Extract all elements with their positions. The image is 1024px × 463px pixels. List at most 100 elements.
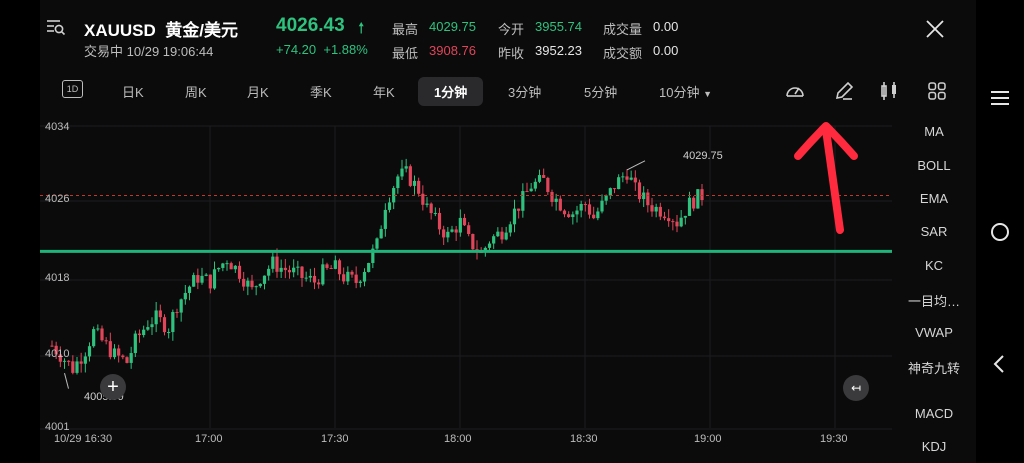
- candle-up: [400, 168, 404, 177]
- tab-10min[interactable]: 10分钟 ▼: [659, 82, 712, 101]
- candle-up: [204, 274, 208, 276]
- tab-month-k[interactable]: 月K: [247, 82, 269, 101]
- candle-up: [92, 329, 96, 347]
- caret-down-icon: ▼: [703, 89, 713, 99]
- candle-down: [587, 204, 592, 215]
- jump-to-latest-icon[interactable]: ↤: [843, 375, 869, 401]
- candle-down: [325, 264, 329, 268]
- candle-up: [267, 268, 271, 276]
- volume-label: 成交量: [603, 22, 643, 37]
- candle-up: [508, 224, 512, 233]
- tab-5min[interactable]: 5分钟: [584, 82, 617, 101]
- candle-up: [112, 348, 117, 358]
- candle-down: [546, 177, 550, 192]
- search-menu-icon[interactable]: [46, 18, 66, 36]
- candle-down: [562, 210, 567, 215]
- candle-down: [517, 208, 521, 211]
- indicator-sar[interactable]: SAR: [892, 224, 976, 239]
- candle-down: [467, 225, 471, 234]
- indicator-kdj[interactable]: KDJ: [892, 439, 976, 454]
- price-chart[interactable]: 4034 4026 4018 4010 4001 10/29 16:30 17:…: [40, 118, 892, 445]
- tab-1min[interactable]: 1分钟: [418, 77, 484, 106]
- candle-down: [229, 263, 233, 270]
- candle-down: [337, 260, 342, 275]
- candle-up: [575, 210, 579, 215]
- indicator-ichimoku[interactable]: 一目均…: [892, 291, 976, 310]
- candle-down: [354, 274, 358, 283]
- candle-up: [258, 283, 262, 287]
- candle-up: [529, 188, 533, 192]
- indicator-ema[interactable]: EMA: [892, 191, 976, 206]
- pencil-icon[interactable]: [833, 80, 855, 102]
- grid-layout-icon[interactable]: [926, 80, 948, 102]
- tab-day-k[interactable]: 日K: [122, 82, 144, 101]
- candle-up: [396, 176, 400, 189]
- tab-week-k[interactable]: 周K: [185, 82, 207, 101]
- candle-down: [79, 361, 83, 364]
- candle-up: [246, 280, 250, 287]
- candle-down: [633, 177, 637, 183]
- candle-down: [650, 205, 654, 212]
- tab-3min[interactable]: 3分钟: [508, 82, 541, 101]
- open-value: 3955.74: [535, 19, 582, 34]
- x-tick: 19:30: [820, 433, 848, 445]
- candle-down: [646, 192, 650, 206]
- candle-down: [125, 357, 129, 363]
- y-tick: 4026: [45, 193, 70, 205]
- candle-down: [437, 212, 442, 230]
- back-chevron-icon[interactable]: [988, 352, 1012, 376]
- candle-down: [137, 333, 142, 336]
- indicator-vwap[interactable]: VWAP: [892, 325, 976, 340]
- candle-down: [329, 267, 333, 269]
- candle-down: [287, 270, 292, 273]
- candlestick-style-icon[interactable]: [878, 80, 900, 102]
- min-leader-line: [64, 372, 69, 389]
- candle-down: [471, 233, 475, 250]
- candle-up: [75, 361, 79, 373]
- prev-close-value: 3952.23: [535, 43, 582, 58]
- candle-down: [196, 275, 200, 283]
- x-tick: 10/29 16:30: [54, 433, 113, 445]
- candle-up: [146, 327, 150, 330]
- tab-quarter-k[interactable]: 季K: [310, 82, 332, 101]
- indicator-kc[interactable]: KC: [892, 258, 976, 273]
- candle-up: [87, 346, 92, 357]
- candle-up: [533, 181, 537, 189]
- y-tick: 4034: [45, 121, 70, 133]
- candle-down: [442, 229, 446, 238]
- candle-up: [687, 197, 692, 216]
- indicator-macd[interactable]: MACD: [892, 406, 976, 421]
- low-value: 3908.76: [429, 43, 476, 58]
- symbol-title: XAUUSD 黄金/美元: [84, 21, 238, 40]
- one-day-badge-icon[interactable]: 1D: [62, 80, 83, 98]
- x-tick: 17:30: [321, 433, 349, 445]
- candle-up: [608, 188, 612, 196]
- candle-down: [175, 311, 179, 313]
- open-label: 今开: [498, 22, 525, 37]
- indicator-td-sequential[interactable]: 神奇九转: [892, 358, 976, 377]
- x-tick: 17:00: [195, 433, 223, 445]
- speedometer-icon[interactable]: [784, 80, 806, 102]
- tab-year-k[interactable]: 年K: [373, 82, 395, 101]
- candle-down: [700, 189, 704, 201]
- candle-up: [358, 281, 362, 283]
- candle-down: [312, 275, 317, 283]
- indicator-ma[interactable]: MA: [892, 124, 976, 139]
- crosshair-plus-icon[interactable]: +: [100, 374, 126, 400]
- candle-up: [537, 175, 542, 182]
- indicator-boll[interactable]: BOLL: [892, 158, 976, 173]
- x-tick: 18:00: [444, 433, 472, 445]
- candle-down: [583, 204, 587, 206]
- menu-icon[interactable]: [988, 86, 1012, 110]
- candle-up: [496, 231, 500, 237]
- x-tick: 19:00: [694, 433, 722, 445]
- candle-up: [279, 267, 283, 272]
- candle-up: [333, 260, 337, 269]
- candle-down: [108, 341, 112, 358]
- candle-up: [362, 271, 367, 282]
- candle-down: [104, 340, 108, 342]
- candle-up: [367, 263, 371, 272]
- home-circle-icon[interactable]: [988, 220, 1012, 244]
- close-icon[interactable]: [924, 18, 946, 40]
- candle-up: [379, 228, 383, 239]
